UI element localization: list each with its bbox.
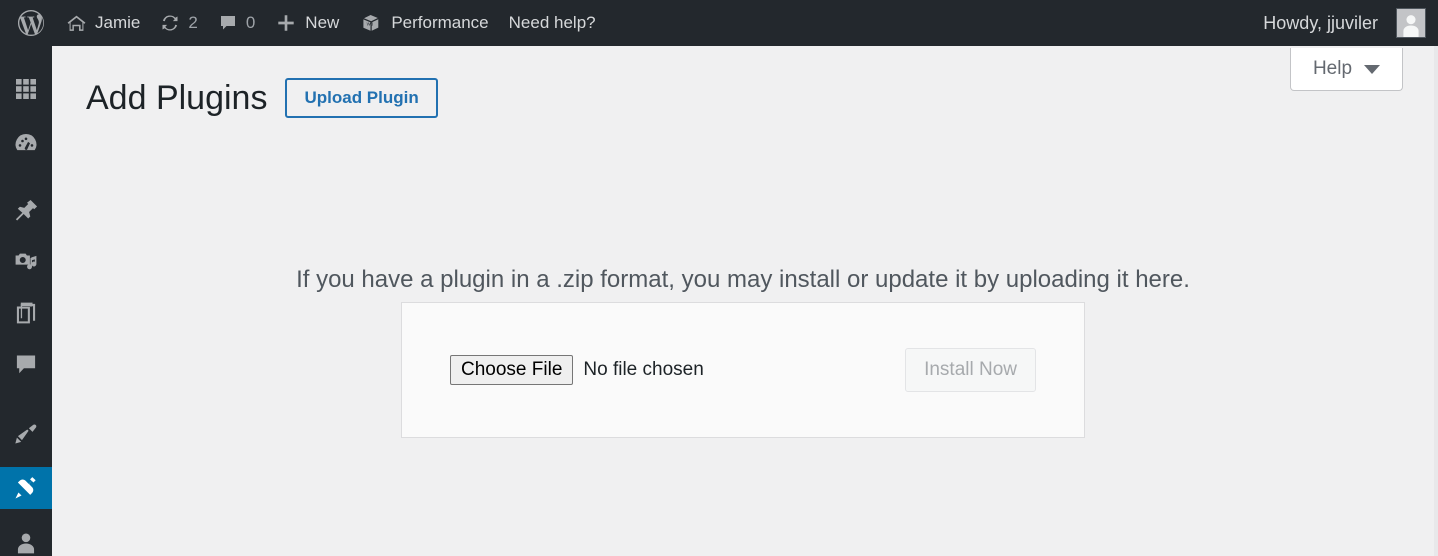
upload-instructions-text: If you have a plugin in a .zip format, y… — [296, 266, 1190, 293]
page-title: Add Plugins — [86, 79, 268, 117]
user-icon — [17, 533, 35, 554]
chevron-down-icon — [1364, 64, 1381, 74]
comment-bubble-icon — [16, 355, 36, 374]
plug-icon — [15, 477, 36, 499]
wordpress-logo-menu[interactable] — [4, 0, 56, 46]
screen-meta-links: Help — [1290, 48, 1403, 91]
howdy-label: Howdy, jjuviler — [1263, 13, 1378, 33]
admin-bar-comments[interactable]: 0 — [208, 0, 265, 46]
updates-count: 2 — [188, 13, 198, 32]
pin-icon — [15, 199, 38, 221]
sidebar-item-appearance[interactable] — [0, 417, 52, 451]
upload-plugin-form: Choose File No file chosen Install Now — [401, 302, 1085, 438]
new-content-label: New — [305, 13, 340, 32]
comments-count: 0 — [245, 13, 256, 32]
admin-bar-my-account[interactable]: Howdy, jjuviler — [1253, 0, 1436, 46]
sidebar-item-posts[interactable] — [0, 194, 52, 228]
svg-text:W3: W3 — [367, 22, 374, 27]
admin-bar-left-group: Jamie 2 0 New W3 Performance Need help? — [0, 0, 606, 46]
site-name-label: Jamie — [95, 13, 141, 32]
admin-content-area: Help Add Plugins Upload Plugin If you ha… — [52, 46, 1434, 556]
user-avatar-icon — [1403, 15, 1419, 37]
admin-bar-right-group: Howdy, jjuviler — [1253, 0, 1438, 46]
install-now-button[interactable]: Install Now — [905, 348, 1036, 392]
sidebar-item-comments[interactable] — [0, 347, 52, 381]
sidebar-item-plugins[interactable] — [0, 467, 52, 509]
wordpress-logo-icon — [18, 10, 44, 36]
w3-cache-box-icon: W3 — [359, 11, 383, 35]
choose-file-button[interactable]: Choose File — [450, 355, 574, 385]
camera-music-icon — [15, 253, 37, 270]
need-help-label: Need help? — [508, 13, 596, 32]
viewport-right-edge — [1434, 0, 1438, 556]
plus-icon — [275, 12, 297, 34]
sidebar-item-menu-toggle[interactable] — [0, 72, 52, 106]
sidebar-item-pages[interactable] — [0, 296, 52, 330]
file-name-display: No file chosen — [583, 359, 704, 380]
upload-plugin-button[interactable]: Upload Plugin — [285, 78, 438, 119]
admin-bar-updates[interactable]: 2 — [150, 0, 207, 46]
updates-sync-icon — [160, 13, 180, 33]
file-input-row: Choose File No file chosen — [450, 355, 905, 385]
grid-menu-icon — [16, 79, 36, 99]
page-header: Add Plugins Upload Plugin — [86, 78, 438, 119]
admin-sidebar-menu — [0, 46, 52, 556]
admin-bar-new-content[interactable]: New — [265, 0, 349, 46]
admin-bar-need-help[interactable]: Need help? — [499, 0, 606, 46]
admin-bar: Jamie 2 0 New W3 Performance Need help? … — [0, 0, 1438, 46]
help-tab-button[interactable]: Help — [1290, 48, 1403, 91]
upload-plugin-form-wrapper: Choose File No file chosen Install Now — [52, 302, 1434, 438]
dashboard-gauge-icon — [15, 133, 37, 151]
home-icon — [66, 13, 87, 34]
sidebar-item-users[interactable] — [0, 526, 52, 556]
performance-label: Performance — [391, 13, 489, 32]
pages-stack-icon — [16, 302, 36, 324]
sidebar-item-dashboard[interactable] — [0, 127, 52, 161]
avatar — [1396, 8, 1426, 38]
sidebar-item-media[interactable] — [0, 245, 52, 279]
paintbrush-icon — [15, 424, 37, 444]
comment-bubble-icon — [218, 13, 238, 33]
wp-admin-screen: Jamie 2 0 New W3 Performance Need help? … — [0, 0, 1438, 556]
admin-bar-site-name[interactable]: Jamie — [56, 0, 150, 46]
help-tab-label: Help — [1312, 58, 1353, 79]
admin-bar-performance[interactable]: W3 Performance — [349, 0, 498, 46]
